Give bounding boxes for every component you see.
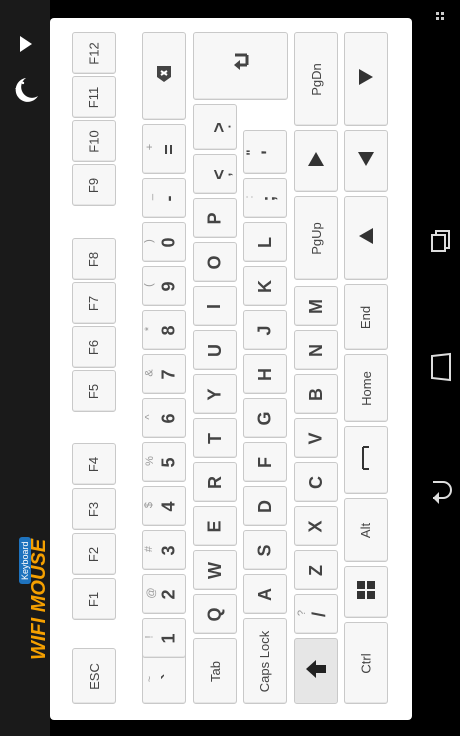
enter-icon xyxy=(232,53,250,80)
app-badge: Keyboard xyxy=(19,537,31,584)
key-gt[interactable]: >. xyxy=(193,104,237,150)
key-v[interactable]: V xyxy=(294,418,338,458)
key-semicolon[interactable]: ;: xyxy=(243,178,287,218)
key-c[interactable]: C xyxy=(294,462,338,502)
key-o[interactable]: O xyxy=(193,242,237,282)
key-h[interactable]: H xyxy=(243,354,287,394)
key-p[interactable]: P xyxy=(193,198,237,238)
key-right-arrow[interactable] xyxy=(344,130,388,192)
key-ctrl[interactable]: Ctrl xyxy=(344,622,388,704)
android-nav-bar xyxy=(422,0,460,736)
key-down-arrow[interactable] xyxy=(344,196,388,280)
app-title: WIFI MOUSE xyxy=(28,538,50,660)
key-minus[interactable]: - _ xyxy=(142,178,186,218)
brand-area: WIFI MOUSE Keyboard xyxy=(0,0,50,736)
key-u[interactable]: U xyxy=(193,330,237,370)
recents-icon[interactable] xyxy=(431,230,451,252)
key-4[interactable]: 4 $ xyxy=(142,486,186,526)
key-alt[interactable]: Alt xyxy=(344,498,388,562)
key-y[interactable]: Y xyxy=(193,374,237,414)
windows-logo-icon xyxy=(356,580,376,605)
left-sidebar: WIFI MOUSE Keyboard xyxy=(0,0,50,736)
key-z[interactable]: Z xyxy=(294,550,338,590)
key-3[interactable]: 3 # xyxy=(142,530,186,570)
key-a[interactable]: A xyxy=(243,574,287,614)
key-lt[interactable]: <, xyxy=(193,154,237,194)
key-windows[interactable] xyxy=(344,566,388,618)
key-f3[interactable]: F3 xyxy=(72,488,116,530)
back-icon[interactable] xyxy=(429,478,453,504)
key-k[interactable]: K xyxy=(243,266,287,306)
key-f12[interactable]: F12 xyxy=(72,32,116,74)
key-f10[interactable]: F10 xyxy=(72,120,116,162)
shift-arrow-icon xyxy=(306,659,326,683)
key-r[interactable]: R xyxy=(193,462,237,502)
key-quote[interactable]: ' " xyxy=(243,130,287,174)
key-f[interactable]: F xyxy=(243,442,287,482)
arrow-up-icon xyxy=(308,151,324,171)
key-backspace[interactable] xyxy=(142,32,186,120)
key-left-arrow[interactable] xyxy=(294,130,338,192)
key-w[interactable]: W xyxy=(193,550,237,590)
key-q[interactable]: Q xyxy=(193,594,237,634)
key-l[interactable]: L xyxy=(243,222,287,262)
moon-stars-icon[interactable] xyxy=(12,74,40,109)
key-f8[interactable]: F8 xyxy=(72,238,116,280)
key-tab[interactable]: Tab xyxy=(193,638,237,704)
key-g[interactable]: G xyxy=(243,398,287,438)
key-6[interactable]: 6 ^ xyxy=(142,398,186,438)
key-f2[interactable]: F2 xyxy=(72,533,116,575)
key-1[interactable]: 1! xyxy=(142,618,186,658)
key-t[interactable]: T xyxy=(193,418,237,458)
key-f1[interactable]: F1 xyxy=(72,578,116,620)
key-up-arrow[interactable] xyxy=(344,32,388,126)
overflow-menu-icon[interactable] xyxy=(436,12,446,26)
key-b[interactable]: B xyxy=(294,374,338,414)
keyboard-panel: ESC F1 F2 F3 F4 F5 F6 F7 F8 F9 F10 F11 F… xyxy=(50,18,412,720)
space-icon xyxy=(361,445,371,476)
key-f7[interactable]: F7 xyxy=(72,282,116,324)
key-f5[interactable]: F5 xyxy=(72,370,116,412)
key-d[interactable]: D xyxy=(243,486,287,526)
key-8[interactable]: 8 * xyxy=(142,310,186,350)
arrow-left-icon xyxy=(359,227,373,249)
key-enter[interactable] xyxy=(193,32,288,100)
key-x[interactable]: X xyxy=(294,506,338,546)
key-e[interactable]: E xyxy=(193,506,237,546)
key-f11[interactable]: F11 xyxy=(72,76,116,118)
arrow-right-icon xyxy=(359,68,373,90)
key-m[interactable]: M xyxy=(294,286,338,326)
key-9[interactable]: 9( xyxy=(142,266,186,306)
key-7[interactable]: 7 & xyxy=(142,354,186,394)
key-0[interactable]: 0) xyxy=(142,222,186,262)
key-n[interactable]: N xyxy=(294,330,338,370)
key-slash[interactable]: /? xyxy=(294,594,338,634)
key-pgup[interactable]: PgUp xyxy=(294,196,338,280)
play-icon[interactable] xyxy=(18,34,34,59)
key-j[interactable]: J xyxy=(243,310,287,350)
key-f6[interactable]: F6 xyxy=(72,326,116,368)
backspace-icon xyxy=(155,65,173,87)
key-5[interactable]: 5% xyxy=(142,442,186,482)
key-s[interactable]: S xyxy=(243,530,287,570)
key-home[interactable]: Home xyxy=(344,354,388,422)
key-i[interactable]: I xyxy=(193,286,237,326)
home-icon[interactable] xyxy=(430,352,452,382)
key-f4[interactable]: F4 xyxy=(72,443,116,485)
key-pgdn[interactable]: PgDn xyxy=(294,32,338,126)
key-space[interactable] xyxy=(344,426,388,494)
key-caps-lock[interactable]: Caps Lock xyxy=(243,618,287,704)
key-f9[interactable]: F9 xyxy=(72,164,116,206)
key-equals[interactable]: = + xyxy=(142,124,186,174)
key-end[interactable]: End xyxy=(344,284,388,350)
arrow-down-icon xyxy=(358,151,374,171)
key-esc[interactable]: ESC xyxy=(72,648,116,704)
key-shift[interactable] xyxy=(294,638,338,704)
key-2[interactable]: 2 @ xyxy=(142,574,186,614)
